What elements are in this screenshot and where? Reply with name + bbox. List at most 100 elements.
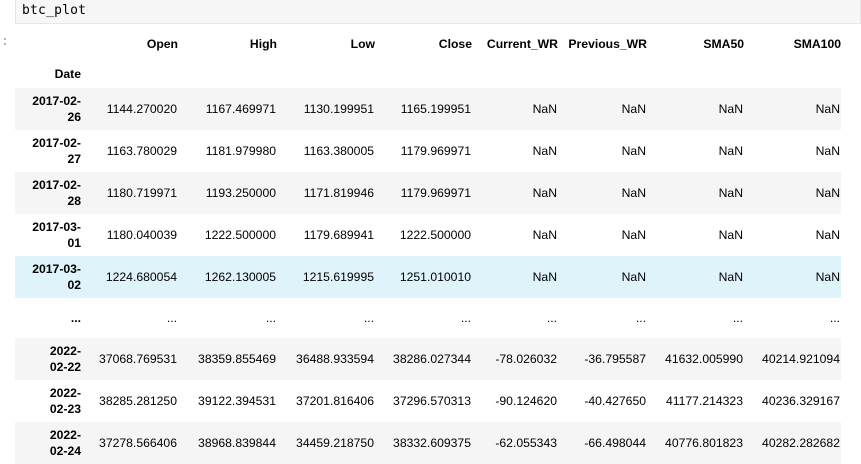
table-cell: 38359.855469 — [178, 338, 277, 380]
table-cell: NaN — [472, 256, 558, 298]
cell-value: 1144.270020 — [106, 102, 177, 116]
cell-value: 1167.469971 — [205, 102, 276, 116]
cell-value: NaN — [621, 270, 646, 284]
table-cell: -62.055343 — [472, 422, 558, 464]
cell-value: 34459.218750 — [296, 436, 374, 450]
date-line-2: 28 — [67, 194, 81, 208]
date-line-2: 26 — [67, 110, 81, 124]
table-cell: ... — [81, 298, 178, 338]
row-index-date: 2022- 02-22 — [15, 338, 81, 380]
cell-value: 1130.199951 — [303, 102, 374, 116]
table-cell: -40.427650 — [558, 380, 647, 422]
cell-value: 1165.199951 — [400, 102, 471, 116]
cell-value: NaN — [718, 144, 743, 158]
cell-value: NaN — [815, 270, 840, 284]
date-line-1: 2017-02- — [32, 178, 81, 192]
table-cell: 1163.780029 — [81, 130, 178, 172]
cell-value: 37068.769531 — [99, 352, 177, 366]
column-header: SMA100 — [793, 37, 841, 51]
table-cell: 1167.469971 — [178, 88, 277, 130]
cell-value: ... — [363, 311, 374, 325]
cell-value: NaN — [532, 186, 557, 200]
table-cell: 1222.500000 — [375, 214, 472, 256]
column-header-row: Open High Low Close Current_WR Previous_… — [15, 28, 841, 60]
table-cell: 37278.566406 — [81, 422, 178, 464]
table-cell: NaN — [744, 256, 841, 298]
table-cell: 36488.933594 — [277, 338, 375, 380]
table-row: 2022- 02-23 38285.281250 39122.394531 37201.… — [15, 380, 841, 422]
cell-value: 1171.819946 — [303, 186, 374, 200]
cell-value: 1180.040039 — [106, 228, 177, 242]
table-cell: ... — [472, 298, 558, 338]
code-input-cell[interactable]: btc_plot — [15, 0, 861, 24]
cell-value: 1222.500000 — [399, 228, 471, 242]
column-header: Open — [146, 37, 178, 51]
table-cell: 1163.380005 — [277, 130, 375, 172]
cell-value: NaN — [718, 228, 743, 242]
cell-value: 37278.566406 — [99, 436, 177, 450]
cell-value: 41177.214323 — [665, 394, 743, 408]
date-line-2: 02-23 — [49, 402, 81, 416]
column-header: Close — [438, 37, 472, 51]
table-cell: 40236.329167 — [744, 380, 841, 422]
cell-value: ... — [732, 311, 743, 325]
table-cell: -66.498044 — [558, 422, 647, 464]
row-index-date: 2017-03- 01 — [15, 214, 81, 256]
table-cell: 1262.130005 — [178, 256, 277, 298]
cell-value: NaN — [815, 144, 840, 158]
table-cell: 40776.801823 — [647, 422, 744, 464]
table-cell: NaN — [558, 130, 647, 172]
date-line-1: 2022- — [49, 344, 81, 358]
table-cell: 1222.500000 — [178, 214, 277, 256]
column-header: High — [249, 37, 277, 51]
cell-value: -62.055343 — [495, 436, 557, 450]
cell-value: 38285.281250 — [99, 394, 177, 408]
date-line-1: 2022- — [49, 386, 81, 400]
table-cell: 38968.839844 — [178, 422, 277, 464]
table-row: 2017-03- 02 1224.680054 1262.130005 1215.619… — [15, 256, 841, 298]
cell-value: -66.498044 — [584, 436, 646, 450]
cell-value: 1181.979980 — [205, 144, 276, 158]
column-header: SMA50 — [703, 37, 744, 51]
code-text: btc_plot — [22, 3, 87, 18]
table-cell: 37201.816406 — [277, 380, 375, 422]
table-cell: -90.124620 — [472, 380, 558, 422]
table-cell: ... — [647, 298, 744, 338]
date-line-1: ... — [70, 311, 81, 325]
cell-value: 1224.680054 — [105, 270, 177, 284]
table-cell: ... — [375, 298, 472, 338]
cell-value: 1180.719971 — [106, 186, 177, 200]
cell-value: NaN — [621, 144, 646, 158]
table-cell: NaN — [558, 172, 647, 214]
table-row: 2017-02- 27 1163.780029 1181.979980 1163.380… — [15, 130, 841, 172]
table-cell: NaN — [472, 88, 558, 130]
table-cell: 1179.969971 — [375, 172, 472, 214]
cell-value: 1179.969971 — [400, 186, 471, 200]
date-line-1: 2017-02- — [32, 94, 81, 108]
table-cell: 1181.979980 — [178, 130, 277, 172]
table-cell: 1171.819946 — [277, 172, 375, 214]
corner-cell — [15, 28, 81, 60]
table-cell: 1144.270020 — [81, 88, 178, 130]
table-cell: -78.026032 — [472, 338, 558, 380]
table-cell: 1165.199951 — [375, 88, 472, 130]
table-row: 2017-02- 28 1180.719971 1193.250000 1171.819… — [15, 172, 841, 214]
output-collapse-handle[interactable] — [4, 38, 7, 50]
column-header: Previous_WR — [568, 37, 647, 51]
cell-value: 36488.933594 — [296, 352, 374, 366]
cell-value: -90.124620 — [495, 394, 557, 408]
table-row: 2017-02- 26 1144.270020 1167.469971 1130.199… — [15, 88, 841, 130]
table-cell: 1251.010010 — [375, 256, 472, 298]
date-line-1: 2022- — [49, 428, 81, 442]
cell-value: NaN — [621, 102, 646, 116]
cell-value: 40236.329167 — [762, 394, 840, 408]
cell-value: NaN — [718, 270, 743, 284]
cell-value: 1163.780029 — [106, 144, 177, 158]
cell-value: -40.427650 — [584, 394, 646, 408]
date-line-2: 02-22 — [49, 360, 81, 374]
table-cell: NaN — [744, 130, 841, 172]
table-cell: 37068.769531 — [81, 338, 178, 380]
table-cell: 1193.250000 — [178, 172, 277, 214]
cell-value: ... — [635, 311, 646, 325]
table-row: 2017-03- 01 1180.040039 1222.500000 1179.689… — [15, 214, 841, 256]
